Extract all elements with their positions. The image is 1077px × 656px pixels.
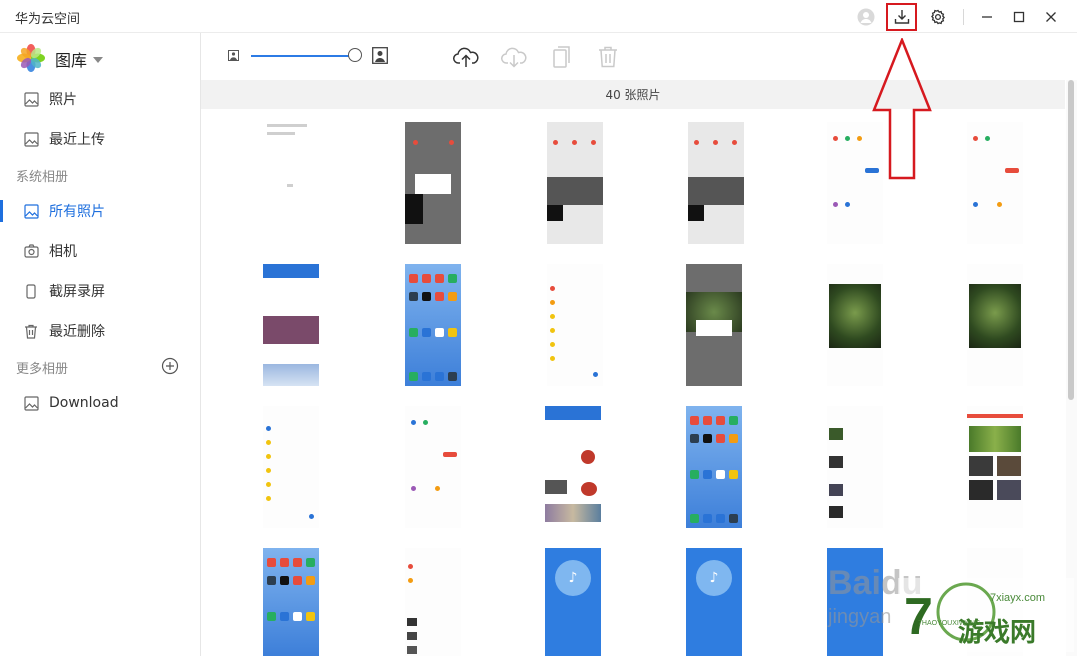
- section-system-albums: 系统相册: [16, 170, 69, 185]
- minimize-icon: [982, 16, 992, 18]
- titlebar-separator: [963, 9, 964, 25]
- gear-icon: [931, 9, 945, 25]
- trash-icon: [23, 323, 39, 339]
- watermark-game-text: 游戏网: [958, 617, 1037, 647]
- library-title: 图库: [55, 51, 88, 70]
- phone-icon: [23, 283, 39, 299]
- photo-thumbnail[interactable]: [967, 406, 1023, 528]
- copy-button[interactable]: [549, 44, 575, 70]
- sidebar-item-all-photos[interactable]: 所有照片: [0, 193, 200, 229]
- photo-thumbnail[interactable]: [405, 122, 461, 244]
- sidebar-item-screenshots[interactable]: 截屏录屏: [0, 273, 200, 309]
- cloud-download-button[interactable]: [501, 44, 527, 70]
- watermark-game-url: 7xiayx.com: [990, 592, 1046, 604]
- photo-thumbnail[interactable]: [405, 548, 461, 656]
- maximize-icon: [1013, 11, 1025, 23]
- zoom-slider-thumb[interactable]: [348, 48, 362, 62]
- copy-icon: [553, 46, 570, 68]
- sidebar-item-label: 最近删除: [49, 324, 105, 340]
- sidebar-item-recently-deleted[interactable]: 最近删除: [0, 313, 200, 349]
- avatar-icon: [857, 8, 875, 26]
- photo-icon: [23, 131, 39, 147]
- sidebar-item-recent-uploads[interactable]: 最近上传: [0, 121, 200, 157]
- sidebar-item-label: 截屏录屏: [49, 284, 105, 300]
- photo-thumbnail[interactable]: [545, 406, 601, 528]
- photo-thumbnail[interactable]: [967, 264, 1023, 386]
- photo-icon: [23, 91, 39, 107]
- photo-thumbnail[interactable]: ♪: [545, 548, 601, 656]
- sidebar-item-label: 所有照片: [49, 204, 105, 220]
- photo-thumbnail[interactable]: [547, 122, 603, 244]
- settings-button[interactable]: [925, 5, 951, 29]
- upload-button[interactable]: [453, 44, 479, 70]
- sidebar-item-camera[interactable]: 相机: [0, 233, 200, 269]
- zoom-slider-track[interactable]: [251, 55, 353, 57]
- annotation-highlight-box: [886, 3, 917, 31]
- app-title: 华为云空间: [15, 12, 81, 27]
- close-button[interactable]: [1038, 5, 1064, 29]
- add-album-icon[interactable]: [161, 357, 179, 375]
- chevron-down-icon: [93, 57, 104, 63]
- avatar-button[interactable]: [853, 5, 879, 29]
- sidebar-item-download[interactable]: Download: [0, 385, 200, 421]
- photo-icon: [23, 395, 39, 411]
- photo-thumbnail[interactable]: [547, 264, 603, 386]
- photo-icon: [23, 203, 39, 219]
- photo-thumbnail[interactable]: [827, 264, 883, 386]
- photo-thumbnail[interactable]: [263, 406, 319, 528]
- sidebar-item-label: Download: [49, 395, 119, 411]
- photo-thumbnail[interactable]: [405, 406, 461, 528]
- photo-thumbnail[interactable]: [263, 548, 319, 656]
- photo-thumbnail[interactable]: [263, 122, 319, 244]
- thumbnail-large-icon: [372, 47, 388, 64]
- sidebar-item-label: 最近上传: [49, 132, 105, 148]
- delete-button[interactable]: [595, 44, 621, 70]
- svg-text:7: 7: [904, 588, 933, 646]
- gallery-logo-icon: [17, 44, 45, 72]
- scrollbar[interactable]: [1066, 80, 1077, 656]
- sidebar-item-label: 相机: [49, 244, 77, 260]
- photo-thumbnail[interactable]: [688, 122, 744, 244]
- camera-icon: [23, 243, 39, 259]
- photo-thumbnail[interactable]: [686, 406, 742, 528]
- cloud-download-icon: [501, 47, 527, 68]
- watermark-jingyan: jingyan: [828, 606, 892, 628]
- sidebar: 图库 照片 最近上传 系统相册 所有照片 相机 截屏录屏 最近删除 更多相册 D…: [0, 33, 201, 656]
- photo-count-bar: 40 张照片: [201, 80, 1065, 109]
- photo-thumbnail[interactable]: [405, 264, 461, 386]
- photo-thumbnail[interactable]: [827, 406, 883, 528]
- scrollbar-thumb[interactable]: [1068, 80, 1074, 400]
- annotation-arrow-icon: [872, 38, 932, 180]
- watermark-game-pinyin: 7HAOYOUXIWANG: [918, 620, 981, 627]
- thumbnail-small-icon: [228, 50, 239, 61]
- trash-icon: [599, 46, 617, 68]
- photo-thumbnail[interactable]: ♪: [686, 548, 742, 656]
- sidebar-item-label: 照片: [49, 92, 77, 108]
- toolbar: [201, 33, 1077, 80]
- sidebar-item-photos[interactable]: 照片: [0, 81, 200, 117]
- photo-count: 40 张照片: [605, 88, 661, 102]
- close-icon: [1046, 12, 1056, 22]
- library-dropdown[interactable]: 图库: [55, 47, 104, 71]
- maximize-button[interactable]: [1006, 5, 1032, 29]
- cloud-upload-icon: [453, 47, 479, 67]
- section-more-albums: 更多相册: [16, 362, 69, 377]
- photo-thumbnail[interactable]: [263, 264, 319, 386]
- minimize-button[interactable]: [974, 5, 1000, 29]
- photo-thumbnail[interactable]: [686, 264, 742, 386]
- photo-thumbnail[interactable]: [967, 122, 1023, 244]
